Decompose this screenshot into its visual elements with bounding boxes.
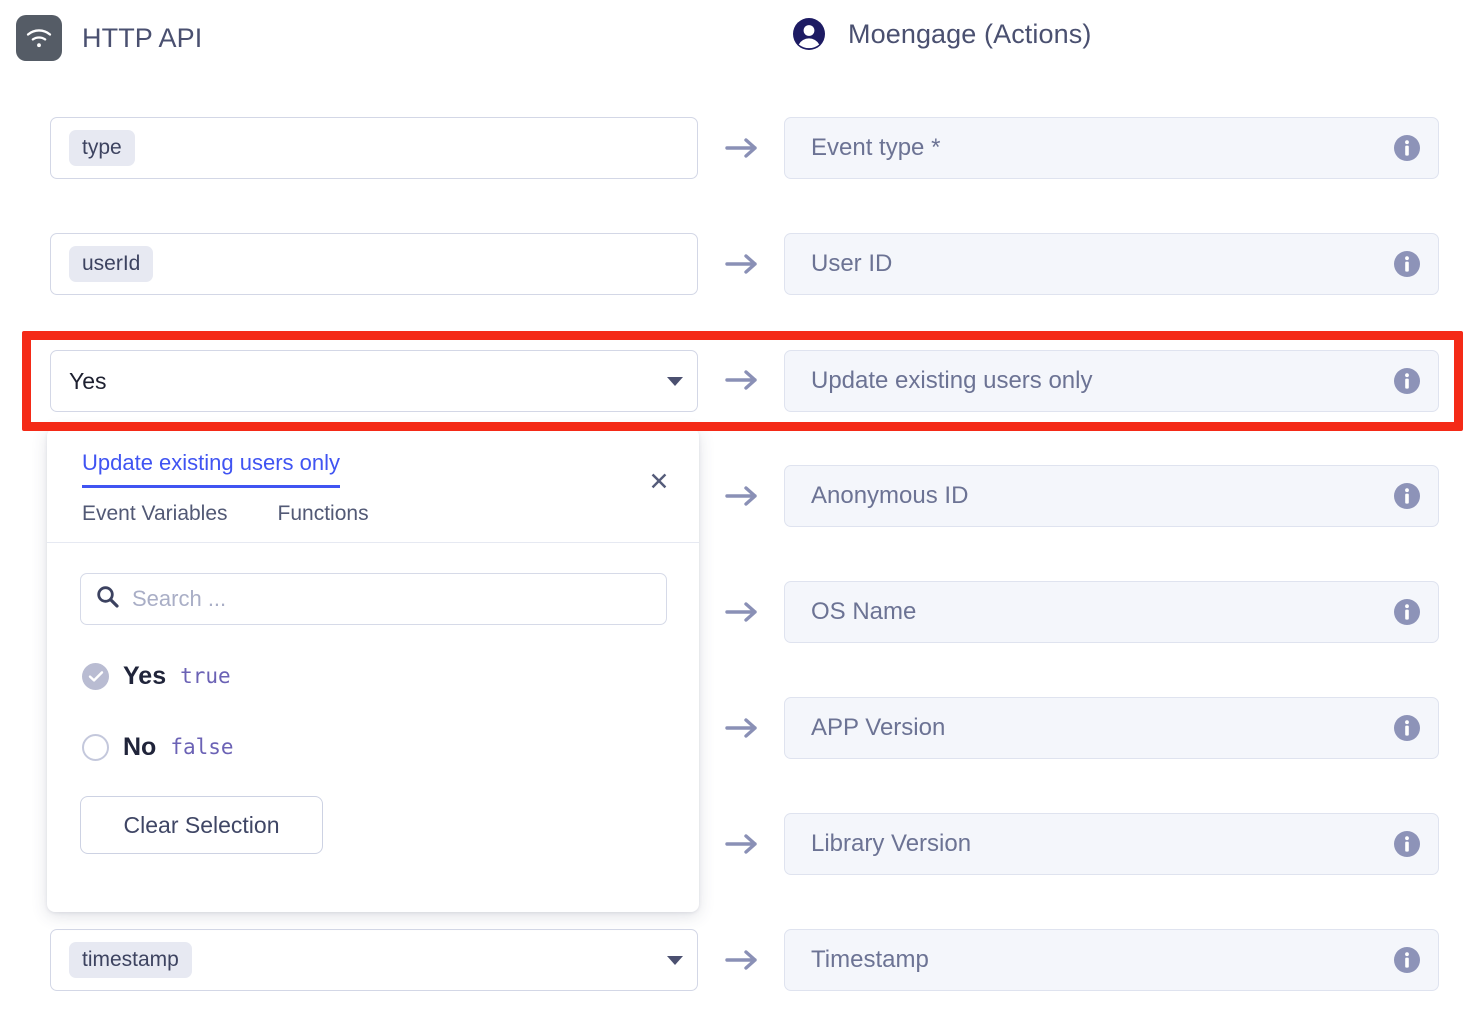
destination-field-label: Anonymous ID <box>811 482 969 509</box>
moengage-avatar-icon <box>790 15 828 53</box>
destination-field-label: OS Name <box>811 598 917 625</box>
search-placeholder: Search ... <box>132 586 227 611</box>
value-options-list: Yes true No false <box>80 654 699 769</box>
wifi-icon <box>16 15 62 61</box>
map-arrow-icon <box>722 476 764 516</box>
source-app-title: HTTP API <box>82 22 203 53</box>
map-arrow-icon <box>722 592 764 632</box>
source-app-header: HTTP API <box>16 15 202 61</box>
destination-field-label: Event type * <box>811 134 941 161</box>
map-arrow-icon <box>722 244 764 284</box>
tab-event-variables[interactable]: Event Variables <box>82 502 228 526</box>
source-field-update-existing-users-select[interactable]: Yes <box>50 350 698 412</box>
info-icon[interactable] <box>1392 829 1422 859</box>
map-arrow-icon <box>722 708 764 748</box>
destination-app-header: Moengage (Actions) <box>790 15 1091 53</box>
destination-field-label: Library Version <box>811 830 972 857</box>
value-picker-panel: Update existing users only Event Variabl… <box>47 428 699 912</box>
field-token: timestamp <box>69 942 192 978</box>
option-label: Yes <box>123 661 167 690</box>
map-arrow-icon <box>722 128 764 168</box>
destination-field-anonymous-id[interactable]: Anonymous ID <box>784 465 1439 527</box>
info-icon[interactable] <box>1392 945 1422 975</box>
destination-field-update-existing-users-only[interactable]: Update existing users only <box>784 350 1439 412</box>
destination-field-library-version[interactable]: Library Version <box>784 813 1439 875</box>
selected-value: Yes <box>69 367 107 394</box>
field-token: type <box>69 130 135 166</box>
destination-field-user-id[interactable]: User ID <box>784 233 1439 295</box>
tab-update-existing-users-only[interactable]: Update existing users only <box>82 450 341 488</box>
map-arrow-icon <box>722 940 764 980</box>
tab-functions[interactable]: Functions <box>278 502 369 526</box>
chevron-down-icon[interactable] <box>667 376 683 386</box>
info-icon[interactable] <box>1392 481 1422 511</box>
destination-field-label: User ID <box>811 250 893 277</box>
value-picker-tabs: Event Variables Functions <box>82 502 699 526</box>
info-icon[interactable] <box>1392 133 1422 163</box>
destination-field-os-name[interactable]: OS Name <box>784 581 1439 643</box>
field-token: userId <box>69 246 154 282</box>
clear-selection-button[interactable]: Clear Selection <box>80 796 323 854</box>
info-icon[interactable] <box>1392 249 1422 279</box>
destination-field-timestamp[interactable]: Timestamp <box>784 929 1439 991</box>
source-field-type[interactable]: type <box>50 117 698 179</box>
value-picker-body: Search ... Yes true No false Clear Selec… <box>47 543 699 854</box>
option-yes[interactable]: Yes true <box>80 654 699 698</box>
info-icon[interactable] <box>1392 366 1422 396</box>
destination-field-label: APP Version <box>811 714 946 741</box>
info-icon[interactable] <box>1392 713 1422 743</box>
search-icon <box>95 584 120 614</box>
option-no[interactable]: No false <box>80 725 699 769</box>
map-arrow-icon <box>722 824 764 864</box>
radio-unchecked-icon[interactable] <box>82 733 109 761</box>
radio-checked-icon[interactable] <box>82 662 109 690</box>
destination-app-title: Moengage (Actions) <box>848 18 1092 49</box>
destination-field-event-type[interactable]: Event type * <box>784 117 1439 179</box>
option-value: true <box>180 664 231 688</box>
destination-field-label: Update existing users only <box>811 367 1093 394</box>
source-field-timestamp[interactable]: timestamp <box>50 929 698 991</box>
close-icon[interactable]: ✕ <box>646 469 672 495</box>
map-arrow-icon <box>722 360 764 400</box>
value-picker-header: Update existing users only Event Variabl… <box>47 428 699 543</box>
chevron-down-icon[interactable] <box>667 955 683 965</box>
info-icon[interactable] <box>1392 597 1422 627</box>
field-mapping-screen: HTTP API Moengage (Actions) type Event t… <box>0 0 1484 1014</box>
search-input[interactable]: Search ... <box>80 573 667 625</box>
source-field-userid[interactable]: userId <box>50 233 698 295</box>
option-value: false <box>170 735 234 759</box>
option-label: No <box>123 732 157 761</box>
destination-field-app-version[interactable]: APP Version <box>784 697 1439 759</box>
destination-field-label: Timestamp <box>811 946 929 973</box>
